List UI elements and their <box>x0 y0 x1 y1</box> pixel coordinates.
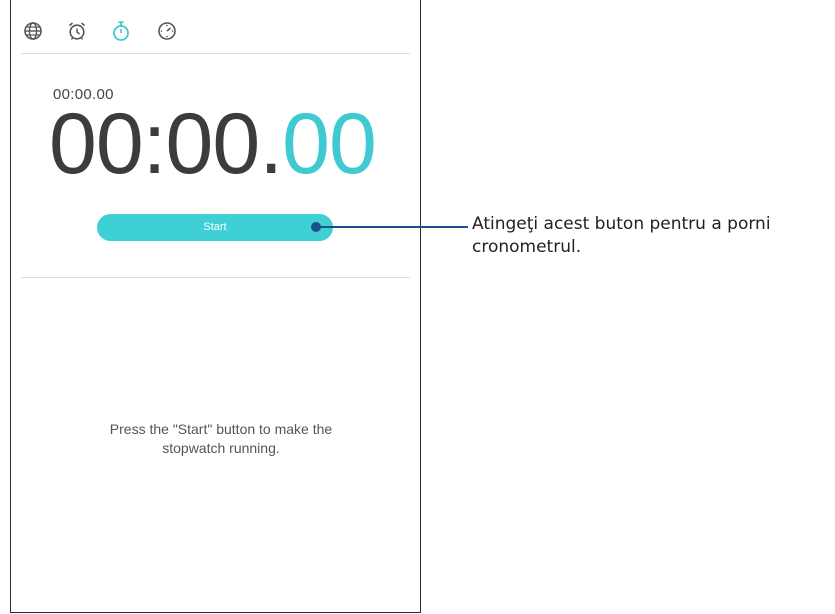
clock-tab-bar <box>11 0 420 54</box>
tab-alarm[interactable] <box>65 19 89 43</box>
stopwatch-icon <box>109 19 133 43</box>
callout-line-1: Atingeţi acest buton pentru a porni <box>472 214 771 234</box>
tab-world-clock[interactable] <box>21 19 45 43</box>
elapsed-time-main: 00:00. <box>49 96 283 192</box>
middle-divider <box>21 277 410 278</box>
callout-dot <box>311 222 321 232</box>
page: 00:00.00 00:00.00 Start Press the "Start… <box>0 0 835 614</box>
timer-icon <box>155 19 179 43</box>
alarm-clock-icon <box>65 19 89 43</box>
hint-line-2: stopwatch running. <box>162 440 280 456</box>
hint-line-1: Press the "Start" button to make the <box>109 421 333 437</box>
callout-annotation: Atingeţi acest buton pentru a porni cron… <box>472 213 832 259</box>
elapsed-time-hundredths: 00 <box>282 96 377 192</box>
start-button[interactable]: Start <box>97 214 333 241</box>
callout-leader-line <box>316 226 468 228</box>
stopwatch-screen: 00:00.00 00:00.00 Start Press the "Start… <box>10 0 421 613</box>
callout-line-2: cronometrul. <box>472 237 582 257</box>
tab-stopwatch[interactable] <box>109 19 133 43</box>
empty-laps-hint: Press the "Start" button to make the sto… <box>51 420 391 458</box>
globe-icon <box>21 19 45 43</box>
top-divider <box>21 53 410 54</box>
tab-timer[interactable] <box>155 19 179 43</box>
elapsed-time-display: 00:00.00 <box>49 94 377 194</box>
